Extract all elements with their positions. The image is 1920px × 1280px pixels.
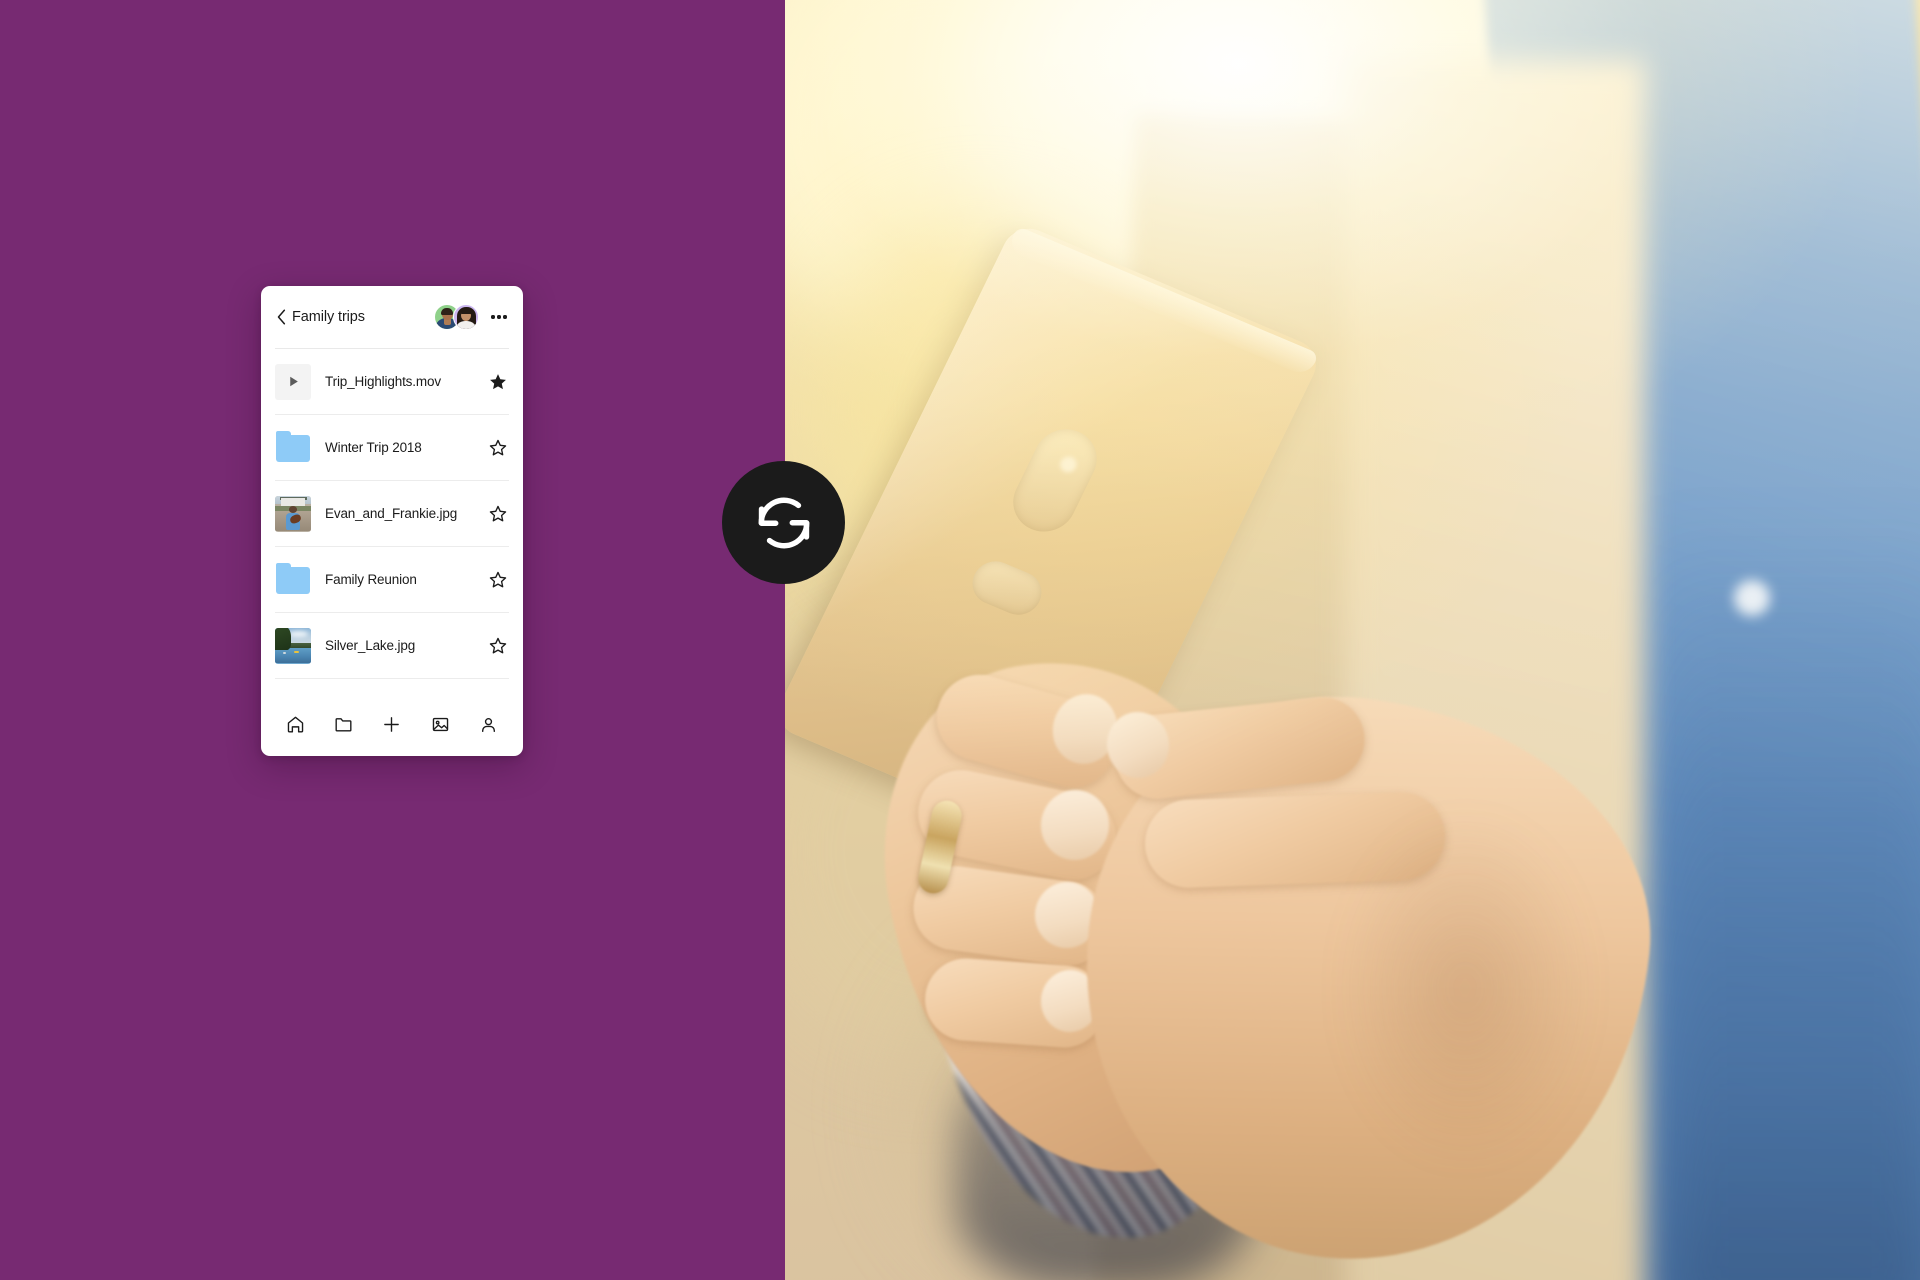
- thumb-shoreline-detail: [282, 651, 286, 654]
- sync-icon: [753, 492, 815, 554]
- more-horizontal-icon[interactable]: [489, 307, 509, 327]
- thumb-cloud: [289, 631, 309, 637]
- list-item[interactable]: Evan_and_Frankie.jpg: [261, 481, 523, 546]
- folder-icon: [275, 562, 311, 598]
- folder-icon: [275, 430, 311, 466]
- lifestyle-photo: [785, 0, 1920, 1280]
- file-name: Winter Trip 2018: [325, 440, 422, 455]
- list-item[interactable]: Silver_Lake.jpg: [261, 613, 523, 678]
- list-item[interactable]: Winter Trip 2018: [261, 415, 523, 480]
- sync-badge[interactable]: [722, 461, 845, 584]
- hand-shadow: [1345, 820, 1645, 1240]
- file-name: Family Reunion: [325, 572, 417, 587]
- file-name: Evan_and_Frankie.jpg: [325, 506, 458, 521]
- shirt-button: [1734, 580, 1770, 616]
- star-outline-icon[interactable]: [487, 437, 509, 459]
- kebab-dot: [497, 315, 501, 319]
- folder-body: [276, 434, 310, 462]
- chevron-left-icon[interactable]: [274, 306, 289, 328]
- list-item[interactable]: Family Reunion: [261, 547, 523, 612]
- row-separator: [275, 678, 509, 679]
- avatar-lavender[interactable]: [453, 304, 479, 330]
- file-name: Silver_Lake.jpg: [325, 638, 416, 653]
- thumb-tree: [275, 627, 291, 650]
- file-list: Trip_Highlights.mov Winter Trip 2018 Eva…: [261, 349, 523, 679]
- bottom-navigation: [261, 700, 523, 756]
- home-icon[interactable]: [280, 709, 310, 739]
- thumb-water: [275, 647, 311, 664]
- photo-panel: [785, 0, 1920, 1280]
- star-outline-icon[interactable]: [487, 635, 509, 657]
- card-header: Family trips: [261, 286, 523, 348]
- avatar-hair: [441, 307, 453, 315]
- list-item[interactable]: Trip_Highlights.mov: [261, 349, 523, 414]
- shared-avatars[interactable]: [434, 304, 479, 330]
- shirt-shadow: [1650, 520, 1920, 1280]
- photo-thumbnail: [275, 495, 311, 532]
- star-outline-icon[interactable]: [487, 503, 509, 525]
- kebab-dot: [503, 315, 507, 319]
- plus-icon[interactable]: [377, 709, 407, 739]
- page-stage: Family trips Trip_Highlights.mov Winter …: [0, 0, 1920, 1280]
- star-outline-icon[interactable]: [487, 569, 509, 591]
- photo-thumbnail: [275, 627, 311, 664]
- avatar-fringe: [460, 308, 472, 314]
- person-icon[interactable]: [474, 709, 504, 739]
- image-icon[interactable]: [425, 709, 455, 739]
- play-icon: [275, 363, 311, 400]
- star-filled-icon[interactable]: [487, 371, 509, 393]
- folder-icon[interactable]: [329, 709, 359, 739]
- mobile-app-card: Family trips Trip_Highlights.mov Winter …: [261, 286, 523, 756]
- kebab-dot: [491, 315, 495, 319]
- page-title: Family trips: [292, 309, 365, 325]
- folder-body: [276, 566, 310, 594]
- file-name: Trip_Highlights.mov: [325, 374, 441, 389]
